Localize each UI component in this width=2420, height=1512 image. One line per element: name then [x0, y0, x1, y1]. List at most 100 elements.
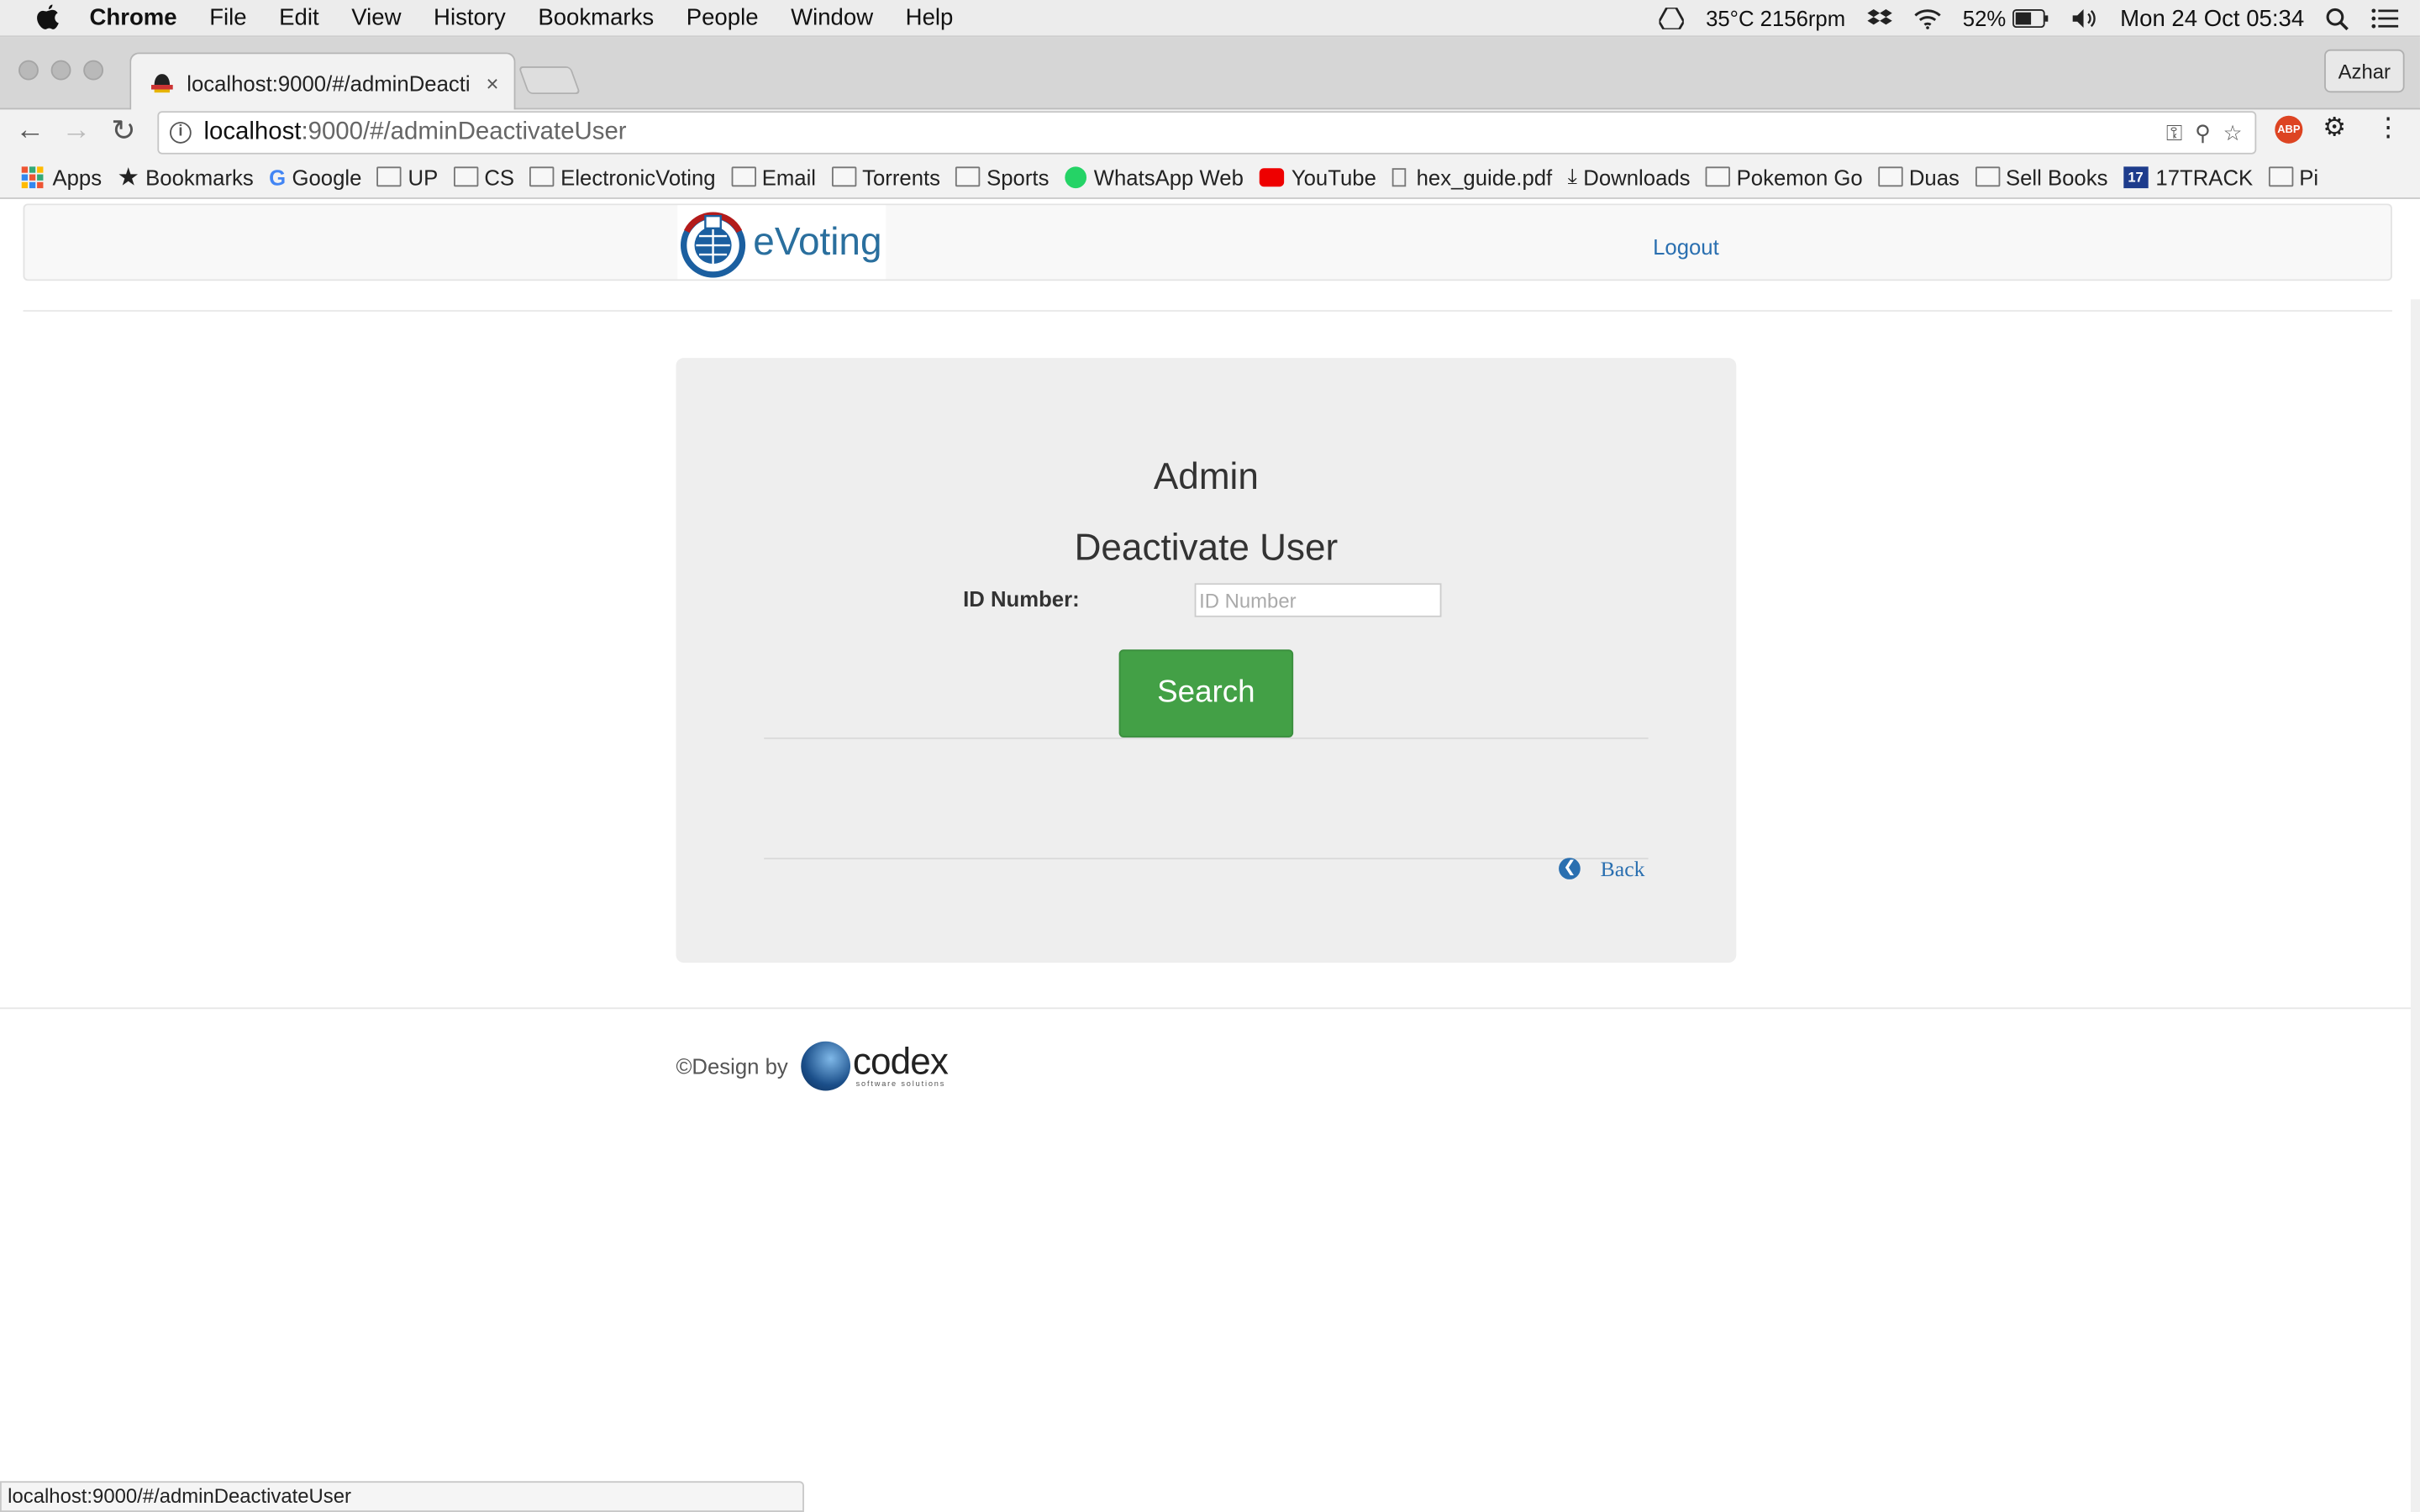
- zoom-icon[interactable]: ⚲: [2195, 120, 2211, 146]
- codex-logo[interactable]: codex software solutions: [800, 1041, 949, 1091]
- bookmark-17track[interactable]: 17 17TRACK: [2123, 165, 2253, 189]
- google-drive-icon[interactable]: [1659, 8, 1685, 29]
- battery-percent[interactable]: 52%: [1963, 6, 2006, 30]
- back-arrow-icon[interactable]: ←: [15, 114, 45, 148]
- bookmark-label: CS: [484, 164, 515, 189]
- panel-heading: Admin: [1153, 456, 1259, 499]
- chrome-menu-icon[interactable]: ⋮: [2375, 113, 2402, 144]
- back-arrow-circle-icon[interactable]: ❮: [1559, 858, 1581, 879]
- bookmark-duas[interactable]: Duas: [1878, 165, 1960, 189]
- bookmark-google[interactable]: G Google: [269, 165, 361, 189]
- folder-icon: [1975, 166, 2000, 187]
- site-navbar: eVoting Logout: [23, 203, 2392, 281]
- divider: [764, 858, 1649, 860]
- menu-view[interactable]: View: [351, 5, 401, 31]
- menu-people[interactable]: People: [687, 5, 759, 31]
- bookmark-label: Pi: [2299, 164, 2319, 189]
- bookmark-label: Email: [761, 164, 817, 189]
- key-icon[interactable]: ⚿: [2166, 120, 2183, 146]
- bookmark-downloads[interactable]: ⤓ Downloads: [1568, 164, 1691, 190]
- temperature-readout[interactable]: 35°C 2156rpm: [1706, 6, 1845, 30]
- url-host: localhost: [203, 118, 302, 145]
- download-icon: ⤓: [1567, 163, 1577, 189]
- file-icon: [1392, 167, 1406, 186]
- bookmark-up[interactable]: UP: [376, 165, 438, 189]
- bookmark-label: ElectronicVoting: [560, 164, 716, 189]
- notification-center-icon[interactable]: [2370, 8, 2399, 29]
- bookmark-sell-books[interactable]: Sell Books: [1975, 165, 2107, 189]
- browser-tab-active[interactable]: localhost:9000/#/adminDeacti ×: [129, 52, 516, 112]
- footer: ©Design by codex software solutions: [676, 1041, 949, 1091]
- reload-icon[interactable]: ↻: [111, 114, 135, 150]
- bookmark-hex-guide[interactable]: hex_guide.pdf: [1392, 165, 1552, 189]
- id-number-label: ID Number:: [963, 585, 1080, 612]
- new-tab-button[interactable]: [518, 66, 581, 95]
- codex-tagline: software solutions: [855, 1079, 946, 1089]
- bookmark-torrents[interactable]: Torrents: [831, 165, 940, 189]
- bookmark-pokemon-go[interactable]: Pokemon Go: [1705, 165, 1863, 189]
- page-scrollbar[interactable]: [2410, 299, 2420, 1512]
- back-link[interactable]: Back: [1601, 859, 1645, 884]
- google-icon: G: [269, 164, 287, 189]
- adblock-plus-icon[interactable]: ABP: [2275, 115, 2303, 144]
- tab-close-icon[interactable]: ×: [487, 71, 499, 95]
- bookmark-whatsapp-web[interactable]: WhatsApp Web: [1064, 165, 1244, 189]
- zoom-window-button[interactable]: [83, 60, 104, 81]
- folder-icon: [831, 166, 856, 187]
- battery-icon[interactable]: [2012, 9, 2049, 29]
- id-number-input[interactable]: [1194, 583, 1442, 617]
- apple-icon[interactable]: [34, 3, 61, 32]
- spotlight-search-icon[interactable]: [2326, 7, 2349, 30]
- bookmark-pi[interactable]: Pi: [2268, 164, 2319, 189]
- bookmark-star-icon[interactable]: ☆: [2223, 120, 2243, 146]
- menu-help[interactable]: Help: [906, 5, 954, 31]
- folder-icon: [1705, 166, 1731, 187]
- footer-credit: ©Design by: [676, 1053, 788, 1079]
- wifi-icon[interactable]: [1913, 8, 1941, 29]
- minimize-window-button[interactable]: [50, 60, 71, 81]
- folder-icon: [955, 166, 981, 187]
- panel-subheading: Deactivate User: [1074, 528, 1339, 570]
- search-button[interactable]: Search: [1118, 649, 1294, 738]
- evoting-logo[interactable]: eVoting: [677, 205, 886, 280]
- menu-bookmarks[interactable]: Bookmarks: [538, 5, 654, 31]
- bookmark-label: hex_guide.pdf: [1416, 164, 1553, 189]
- menu-edit[interactable]: Edit: [279, 5, 318, 31]
- clock[interactable]: Mon 24 Oct 05:34: [2120, 5, 2304, 31]
- dropbox-icon[interactable]: [1866, 8, 1892, 29]
- volume-icon[interactable]: [2070, 8, 2098, 29]
- menu-window[interactable]: Window: [791, 5, 873, 31]
- whatsapp-icon: [1064, 165, 1086, 188]
- footer-divider: [0, 1007, 2420, 1010]
- bookmark-cs[interactable]: CS: [453, 164, 515, 189]
- divider: [764, 737, 1649, 739]
- bookmark-electronicvoting[interactable]: ElectronicVoting: [529, 164, 716, 189]
- folder-icon: [2268, 166, 2293, 187]
- menu-file[interactable]: File: [209, 5, 246, 31]
- mac-menu-bar: Chrome File Edit View History Bookmarks …: [0, 0, 2420, 38]
- browser-toolbar: ← → ↻ i localhost:9000/#/adminDeactivate…: [0, 109, 2420, 156]
- settings-gear-icon[interactable]: ⚙: [2323, 113, 2346, 144]
- menu-app-name[interactable]: Chrome: [90, 5, 177, 31]
- forward-arrow-icon[interactable]: →: [61, 114, 91, 148]
- bookmark-bookmarks[interactable]: ★ Bookmarks: [117, 161, 253, 192]
- bookmark-email[interactable]: Email: [730, 164, 817, 189]
- menu-history[interactable]: History: [434, 5, 506, 31]
- profile-button[interactable]: Azhar: [2324, 49, 2405, 93]
- bookmark-youtube[interactable]: YouTube: [1259, 165, 1376, 189]
- tab-favicon-icon: [150, 73, 173, 92]
- codex-globe-icon: [800, 1041, 850, 1091]
- site-info-icon[interactable]: i: [170, 122, 192, 144]
- bookmark-sports[interactable]: Sports: [955, 165, 1049, 189]
- address-bar[interactable]: i localhost:9000/#/adminDeactivateUser ⚿…: [157, 111, 2257, 155]
- bookmark-label: Apps: [52, 164, 103, 189]
- bookmark-apps[interactable]: Apps: [21, 164, 103, 189]
- apps-icon: [21, 165, 46, 188]
- logout-link[interactable]: Logout: [1653, 234, 1719, 259]
- divider: [23, 310, 2392, 312]
- close-window-button[interactable]: [18, 60, 39, 81]
- 17track-icon: 17: [2123, 165, 2149, 188]
- youtube-icon: [1259, 167, 1284, 186]
- bookmark-label: YouTube: [1291, 164, 1376, 189]
- bookmark-label: Torrents: [862, 164, 941, 189]
